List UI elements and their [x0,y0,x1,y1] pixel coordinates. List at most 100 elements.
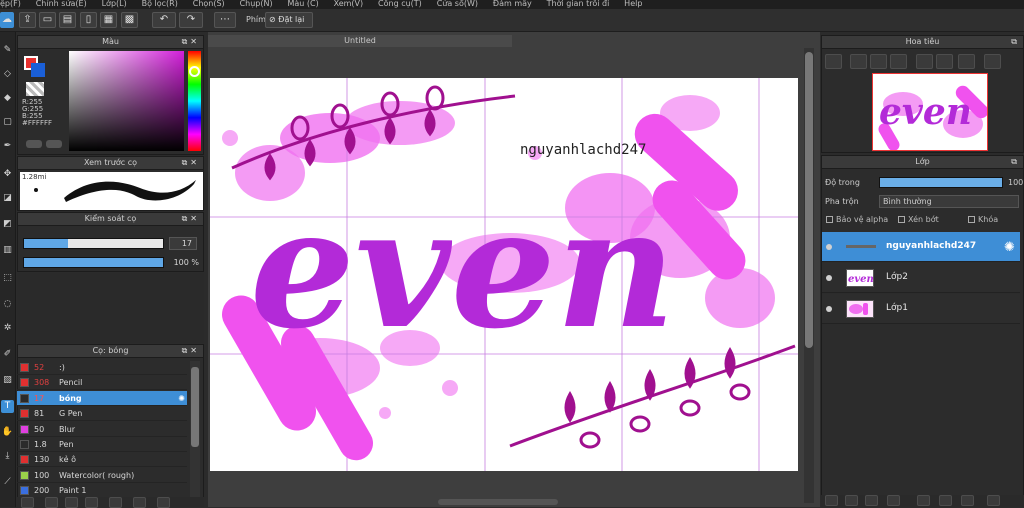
new-layer-icon[interactable] [825,495,838,506]
document-tab[interactable]: Untitled [208,35,512,47]
brush-size-slider[interactable] [23,238,164,249]
saturation-value-picker[interactable] [69,51,184,151]
cloud-icon[interactable]: ☁ [0,12,14,28]
lasso-tool-icon[interactable]: ◌ [1,298,14,311]
menu-filter[interactable]: Bộ lọc(R) [142,0,178,8]
lock-checkbox[interactable]: Khóa [968,215,998,224]
visibility-icon[interactable] [826,306,832,312]
layout-icon[interactable]: ▩ [121,12,138,28]
visibility-icon[interactable] [826,244,832,250]
brush-item[interactable]: 130 kẻ ô [17,452,187,468]
layer-opacity-slider[interactable] [879,177,1003,188]
brush-add-icon[interactable] [21,497,34,508]
visibility-icon[interactable] [826,275,832,281]
navigator-thumbnail[interactable]: even [872,73,989,151]
menu-color[interactable]: Màu (C) [287,0,318,8]
rotate-reset-icon[interactable] [936,54,953,69]
gradient-tool-icon[interactable]: ▥ [1,244,14,257]
menu-view[interactable]: Xem(V) [334,0,364,8]
panel-controls-icon[interactable]: ⧉✕ [182,157,200,169]
canvas-horizontal-scrollbar[interactable] [438,499,558,505]
menu-help[interactable]: Help [624,0,642,8]
brush-import-icon[interactable] [133,497,146,508]
brush-tool-icon[interactable]: ✎ [1,44,14,57]
brush-item[interactable]: 52:) [17,360,187,375]
color-mode-button[interactable] [26,140,42,148]
hue-handle[interactable] [189,66,200,77]
rotate-right-icon[interactable] [958,54,975,69]
panel-controls-icon[interactable]: ⧉✕ [182,213,200,225]
menu-layer[interactable]: Lớp(L) [102,0,127,8]
brush-list-scrollbar[interactable] [190,361,200,497]
canvas-vertical-scrollbar[interactable] [804,48,814,503]
grid-icon[interactable]: ▦ [100,12,117,28]
blur-tool-icon[interactable]: ◆ [1,92,14,105]
hand-tool-icon[interactable]: ✋ [1,426,14,439]
share-icon[interactable]: ⇪ [19,12,36,28]
zoom-out-icon[interactable] [890,54,907,69]
menu-window[interactable]: Cửa sổ(W) [437,0,478,8]
protect-alpha-checkbox[interactable]: Bảo vệ alpha [826,215,888,224]
zoom-in-icon[interactable] [825,54,842,69]
flip-icon[interactable] [984,54,1001,69]
menu-select[interactable]: Chọn(S) [193,0,225,8]
brush-opacity-slider[interactable] [23,257,164,268]
new-1bit-layer-icon[interactable] [865,495,878,506]
layer-row-layer1[interactable]: Lớp1 [822,294,1020,324]
fill-tool-icon[interactable]: ◪ [1,192,14,205]
ruler-tool-icon[interactable]: ⟋ [1,476,14,489]
canvas-scroll-thumb[interactable] [805,52,813,348]
layer-row-layer2[interactable]: even Lớp2 [822,263,1020,293]
artwork-canvas[interactable]: even nguyanhlachd247 [210,78,798,471]
move-tool-icon[interactable]: ✥ [1,168,14,181]
menu-cloud[interactable]: Đám mây [493,0,532,8]
layer-copy-icon[interactable] [939,495,952,506]
transparent-color-swatch[interactable] [26,82,44,96]
brush-item[interactable]: 200 Paint 1 [17,483,187,499]
brush-settings-icon[interactable] [45,497,58,508]
menu-file[interactable]: ệp(F) [0,0,21,8]
zoom-in-alt-icon[interactable] [850,54,867,69]
brush-copy-icon[interactable] [65,497,78,508]
brush-folder-icon[interactable] [85,497,98,508]
undo-icon[interactable]: ↶ [152,12,176,28]
redo-icon[interactable]: ↷ [179,12,203,28]
brush-item[interactable]: 1.8 Pen [17,437,187,452]
layer-settings-gear-icon[interactable]: ✺ [1004,240,1015,255]
menu-edit[interactable]: Chỉnh sửa(E) [36,0,87,8]
brush-item[interactable]: 100 Watercolor( rough) [17,468,187,483]
background-color-swatch[interactable] [31,63,45,77]
page-icon[interactable]: ▯ [80,12,97,28]
select-pen-icon[interactable]: ✐ [1,348,14,361]
comment-icon[interactable]: ▤ [59,12,76,28]
panel-controls-icon[interactable]: ⧉✕ [182,36,200,48]
brush-item[interactable]: 81 G Pen [17,406,187,422]
rotate-left-icon[interactable] [916,54,933,69]
text-tool-icon[interactable]: T [1,400,14,413]
brush-item[interactable]: 308 Pencil [17,375,187,391]
selection-icon[interactable]: ⋯ [214,12,236,28]
fit-icon[interactable] [870,54,887,69]
brush-delete-icon[interactable] [157,497,170,508]
reset-button[interactable]: ⊘ Đặt lại [265,12,313,28]
magic-wand-icon[interactable]: ✲ [1,322,14,335]
layer-add-menu-icon[interactable] [887,495,900,506]
panel-controls-icon[interactable]: ⧉ [1011,156,1020,168]
brush-item[interactable]: 17 bóng ✺ [17,390,187,406]
layer-row-text[interactable]: nguyanhlachd247 ✺ [822,232,1020,262]
eyedropper-tool-icon[interactable]: ⤓ [1,450,14,463]
brush-item[interactable]: 50 Blur [17,422,187,437]
pen-tool-icon[interactable]: ✒ [1,140,14,153]
canvas-area[interactable]: Untitled even nguyanhlachd247 [208,32,820,507]
paint-icon[interactable]: ▭ [39,12,56,28]
bucket-tool-icon[interactable]: ◩ [1,218,14,231]
select-eraser-icon[interactable]: ▧ [1,374,14,387]
brush-settings-gear-icon[interactable]: ✺ [178,391,185,406]
color-history-button[interactable] [46,140,62,148]
brush-size-value[interactable]: 17 [169,237,197,250]
rect-tool-icon[interactable]: ▢ [1,116,14,129]
layer-delete-icon[interactable] [987,495,1000,506]
layer-folder-icon[interactable] [917,495,930,506]
menu-tools[interactable]: Công cụ(T) [378,0,422,8]
layer-merge-icon[interactable] [961,495,974,506]
